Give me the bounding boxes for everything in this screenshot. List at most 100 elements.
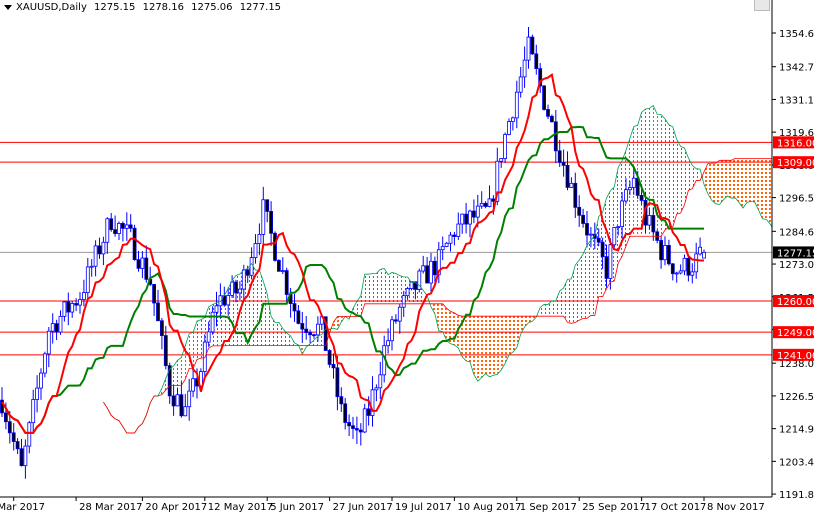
bearish-candle xyxy=(351,425,355,429)
bearish-candle xyxy=(331,364,336,369)
bullish-candle xyxy=(390,319,394,342)
bearish-candle xyxy=(600,241,605,258)
bearish-candle xyxy=(234,281,238,294)
price-tick-label: 1191.85 xyxy=(779,490,814,501)
bullish-candle xyxy=(43,353,47,374)
bullish-cloud-segment xyxy=(255,270,260,346)
bearish-candle xyxy=(464,213,469,225)
level-tag: 1309.00 xyxy=(777,158,814,169)
bullish-candle xyxy=(612,227,617,246)
date-tick-label: 20 Apr 2017 xyxy=(145,502,207,513)
bearish-candle xyxy=(292,303,297,312)
bullish-cloud-segment xyxy=(376,269,381,304)
price-tick-label: 1296.50 xyxy=(779,194,814,205)
bearish-candle xyxy=(557,150,562,163)
bullish-candle xyxy=(663,245,667,261)
bearish-cloud-segment xyxy=(470,316,474,375)
low-value: 1275.06 xyxy=(191,2,233,13)
bullish-cloud-segment xyxy=(197,319,201,360)
bearish-candle xyxy=(358,429,363,433)
bearish-candle xyxy=(550,115,554,123)
bearish-cloud-segment xyxy=(497,316,502,375)
bullish-candle xyxy=(690,271,695,276)
bearish-cloud-segment xyxy=(746,158,751,203)
bearish-candle xyxy=(452,234,457,237)
bullish-candle xyxy=(105,218,110,243)
bullish-candle xyxy=(124,224,129,229)
price-chart[interactable]: 1354.601342.701331.151319.601308.051296.… xyxy=(0,0,814,514)
bearish-candle xyxy=(54,323,59,333)
bearish-candle xyxy=(393,319,398,322)
bullish-cloud-segment xyxy=(551,300,556,317)
ichimoku-cloud xyxy=(103,105,772,433)
bullish-candle xyxy=(628,187,632,191)
bearish-candle xyxy=(553,121,558,152)
bullish-candle xyxy=(374,387,379,391)
bearish-cloud-segment xyxy=(727,160,732,199)
bullish-candle xyxy=(315,323,320,336)
bearish-candle xyxy=(585,223,589,236)
bullish-candle xyxy=(429,260,433,284)
bullish-candle xyxy=(362,408,367,433)
bearish-cloud-segment xyxy=(520,316,525,335)
bullish-cloud-segment xyxy=(571,265,576,324)
bearish-candle xyxy=(366,408,371,416)
bearish-candle xyxy=(343,403,348,423)
bullish-cloud-segment xyxy=(275,322,279,346)
bearish-candle xyxy=(163,335,168,367)
bearish-candle xyxy=(121,223,125,229)
bullish-candle xyxy=(82,292,86,301)
bearish-cloud-segment xyxy=(473,316,478,382)
bearish-candle xyxy=(425,265,430,284)
bullish-candle xyxy=(183,406,188,417)
bullish-candle xyxy=(647,215,652,226)
bullish-candle xyxy=(694,253,699,273)
bearish-cloud-segment xyxy=(766,158,771,225)
bullish-candle xyxy=(589,233,593,236)
bearish-cloud-segment xyxy=(711,163,716,204)
bullish-candle xyxy=(514,91,519,119)
bearish-cloud-segment xyxy=(723,160,728,200)
bullish-candle xyxy=(698,246,702,255)
bearish-candle xyxy=(308,332,313,336)
bullish-candle xyxy=(261,199,266,235)
bullish-cloud-segment xyxy=(590,235,595,316)
bullish-candle xyxy=(682,257,687,272)
bearish-cloud-segment xyxy=(481,316,486,378)
bullish-candle xyxy=(249,257,254,276)
bullish-candle xyxy=(214,305,219,313)
bullish-candle xyxy=(218,295,223,307)
bearish-candle xyxy=(581,214,585,224)
time-axis: 6 Mar 2017 28 Mar 201720 Apr 201712 May 2… xyxy=(0,497,765,513)
bullish-candle xyxy=(237,288,242,294)
bearish-cloud-segment xyxy=(458,315,463,357)
bullish-cloud-segment xyxy=(637,112,642,237)
bullish-candle xyxy=(175,394,180,407)
bullish-candle xyxy=(226,295,231,306)
bearish-candle xyxy=(659,240,663,261)
bullish-candle xyxy=(510,117,515,122)
chart-header: XAUUSD,Daily 1275.15 1278.16 1275.06 127… xyxy=(4,2,285,13)
bearish-candle xyxy=(546,109,550,117)
bullish-candle xyxy=(620,200,624,228)
dropdown-triangle-icon[interactable] xyxy=(4,4,12,10)
bullish-candle xyxy=(39,372,43,389)
bullish-candle xyxy=(70,303,75,313)
chart-scroll-tab[interactable] xyxy=(754,0,770,11)
price-tick-label: 1226.50 xyxy=(779,392,814,403)
date-tick-label: 10 Aug 2017 xyxy=(457,502,521,513)
date-tick-label: 5 Jun 2017 xyxy=(270,502,324,513)
bullish-cloud-segment xyxy=(665,118,669,231)
bearish-cloud-segment xyxy=(438,303,443,332)
date-tick-label: 1 Sep 2017 xyxy=(520,502,577,513)
bullish-candle xyxy=(499,158,504,162)
bearish-cloud-segment xyxy=(489,316,494,377)
bullish-candle xyxy=(46,330,51,355)
level-tag: 1260.00 xyxy=(777,297,814,308)
bearish-candle xyxy=(284,270,289,295)
bearish-candle xyxy=(179,394,184,417)
bearish-candle xyxy=(156,302,160,322)
bullish-candle xyxy=(631,177,636,188)
bearish-candle xyxy=(573,182,578,208)
bearish-candle xyxy=(686,257,691,276)
